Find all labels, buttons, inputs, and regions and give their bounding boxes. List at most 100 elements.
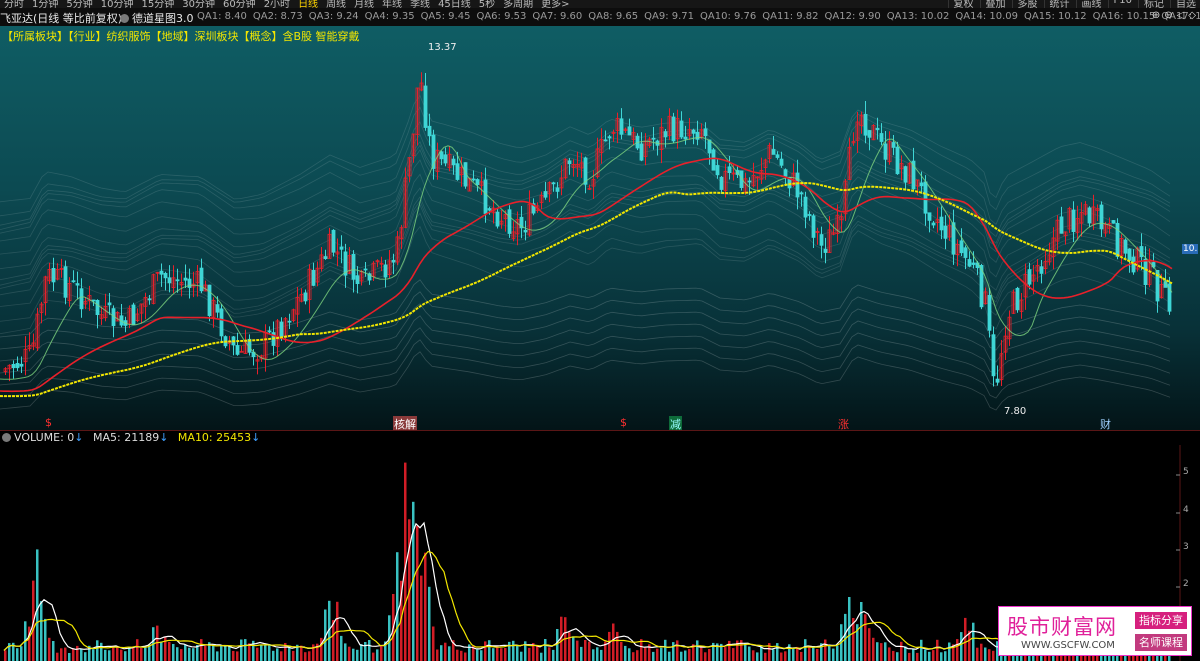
period-tab[interactable]: 5秒 bbox=[479, 0, 495, 8]
volume-bar bbox=[548, 647, 551, 661]
volume-bar bbox=[212, 644, 215, 661]
volume-bar bbox=[992, 650, 995, 661]
period-tab[interactable]: 2小时 bbox=[264, 0, 290, 8]
volume-bar bbox=[608, 631, 611, 661]
period-tab[interactable]: 10分钟 bbox=[101, 0, 134, 8]
volume-bar bbox=[344, 643, 347, 661]
candle-body bbox=[1115, 222, 1120, 257]
price-chart-panel[interactable]: 【所属板块】【行业】纺织服饰【地域】深圳板块【概念】含B股 智能穿戴 13.37… bbox=[0, 26, 1200, 430]
volume-bar bbox=[80, 648, 83, 661]
period-tab[interactable]: 15分钟 bbox=[141, 0, 174, 8]
period-tab[interactable]: 季线 bbox=[410, 0, 430, 8]
qa-value: QA2: 8.73 bbox=[252, 11, 303, 22]
event-marker[interactable]: $ bbox=[620, 416, 627, 429]
period-tab[interactable]: 周线 bbox=[326, 0, 346, 8]
event-marker[interactable]: 减 bbox=[669, 416, 682, 430]
toolbar-button[interactable]: 标记 bbox=[1138, 0, 1164, 8]
event-marker[interactable]: 核解 bbox=[393, 416, 417, 430]
period-tab[interactable]: 分时 bbox=[4, 0, 24, 8]
volume-bar bbox=[464, 652, 467, 661]
current-price-tag: 10. bbox=[1182, 244, 1199, 254]
volume-bar bbox=[656, 648, 659, 661]
period-tab[interactable]: 更多> bbox=[541, 0, 569, 8]
volume-bar bbox=[276, 648, 279, 661]
candle-body bbox=[487, 208, 492, 211]
volume-bar bbox=[36, 549, 39, 661]
period-tab[interactable]: 多周期 bbox=[503, 0, 533, 8]
volume-bar bbox=[592, 649, 595, 661]
period-tab[interactable]: 年线 bbox=[382, 0, 402, 8]
toolbar-button[interactable]: 多股 bbox=[1011, 0, 1038, 8]
volume-bar bbox=[660, 647, 663, 661]
event-marker[interactable]: 涨 bbox=[838, 416, 849, 430]
volume-bar bbox=[936, 639, 939, 661]
event-marker[interactable]: $ bbox=[45, 416, 52, 429]
toolbar-button[interactable]: 自选 bbox=[1170, 0, 1196, 8]
volume-bar bbox=[108, 650, 111, 661]
period-tab[interactable]: 30分钟 bbox=[182, 0, 215, 8]
volume-bar bbox=[484, 641, 487, 661]
candle-body bbox=[219, 308, 224, 337]
toolbar-button[interactable]: 画线 bbox=[1075, 0, 1102, 8]
candle-body bbox=[775, 154, 780, 158]
toolbar-button[interactable]: 复权 bbox=[947, 0, 974, 8]
candle-body bbox=[303, 292, 308, 302]
volume-bar bbox=[972, 622, 975, 661]
volume-bar bbox=[360, 644, 363, 661]
candle-body bbox=[619, 118, 624, 135]
toolbar-button[interactable]: 叠加 bbox=[979, 0, 1006, 8]
volume-bar bbox=[380, 645, 383, 661]
volume-bar bbox=[476, 649, 479, 661]
volume-bar bbox=[416, 525, 419, 661]
candle-body bbox=[79, 288, 84, 310]
candle-body bbox=[355, 275, 360, 284]
period-tab[interactable]: 月线 bbox=[354, 0, 374, 8]
volume-bar bbox=[216, 651, 219, 661]
candle-body bbox=[159, 270, 164, 275]
qa-value: QA6: 9.53 bbox=[476, 11, 527, 22]
volume-axis-tick: 2 bbox=[1183, 579, 1189, 589]
next-icon[interactable]: ◇ bbox=[1188, 10, 1196, 21]
volume-bar bbox=[200, 639, 203, 661]
candle-body bbox=[747, 180, 752, 183]
period-tab[interactable]: 45日线 bbox=[438, 0, 471, 8]
candle-body bbox=[339, 246, 344, 250]
stock-title[interactable]: 飞亚达(日线 等比前复权) bbox=[0, 10, 122, 26]
period-tab[interactable]: 日线 bbox=[298, 0, 318, 8]
candle-body bbox=[891, 142, 896, 148]
volume-bar bbox=[244, 639, 247, 661]
event-marker[interactable]: 财 bbox=[1100, 416, 1111, 430]
candle-body bbox=[1143, 258, 1148, 285]
volume-bar bbox=[640, 639, 643, 661]
volume-bar bbox=[680, 651, 683, 661]
period-tab[interactable]: 5分钟 bbox=[66, 0, 92, 8]
candle-body bbox=[331, 229, 336, 253]
toolbar-button[interactable]: F10 bbox=[1107, 0, 1132, 8]
volume-bar bbox=[792, 648, 795, 661]
indicator-title[interactable]: 德道星图3.0 bbox=[120, 10, 194, 26]
volume-bar bbox=[256, 647, 259, 661]
candle-body bbox=[903, 166, 908, 183]
candle-body bbox=[19, 363, 24, 367]
volume-bar bbox=[280, 651, 283, 661]
candle-body bbox=[543, 191, 548, 198]
prev-icon[interactable]: ◁ bbox=[1177, 10, 1185, 21]
volume-bar bbox=[20, 646, 23, 661]
candle-body bbox=[311, 269, 316, 286]
volume-bar bbox=[496, 646, 499, 661]
candle-body bbox=[507, 209, 512, 234]
period-tab[interactable]: 1分钟 bbox=[32, 0, 58, 8]
toolbar-button[interactable]: 统计 bbox=[1043, 0, 1070, 8]
zoom-out-icon[interactable]: ⊖ bbox=[1164, 10, 1172, 21]
volume-header: VOLUME: 0↓ MA5: 21189↓ MA10: 25453↓ bbox=[0, 431, 1200, 445]
volume-bar bbox=[128, 646, 131, 661]
volume-axis-tick: 3 bbox=[1183, 542, 1189, 552]
volume-bar bbox=[500, 648, 503, 661]
period-tab[interactable]: 60分钟 bbox=[223, 0, 256, 8]
volume-bar bbox=[120, 649, 123, 661]
zoom-in-icon[interactable]: ⊕ bbox=[1152, 10, 1160, 21]
candle-body bbox=[107, 302, 112, 306]
volume-bar bbox=[232, 650, 235, 661]
candle-body bbox=[207, 284, 212, 317]
volume-bar bbox=[708, 649, 711, 661]
